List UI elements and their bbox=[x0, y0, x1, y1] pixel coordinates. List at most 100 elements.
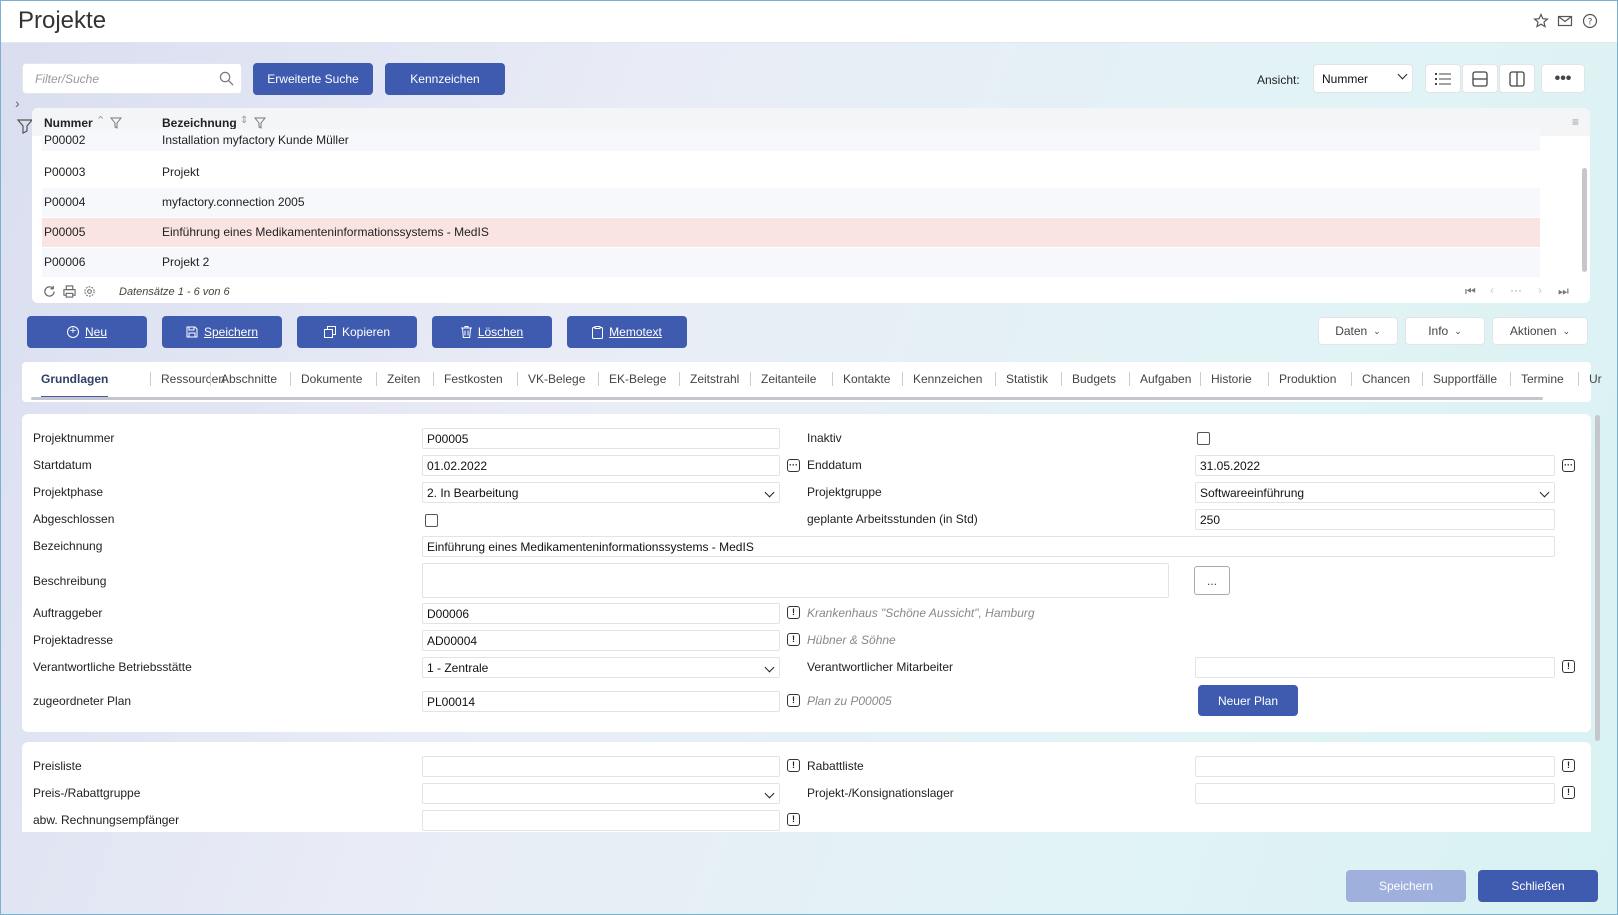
lookup-icon[interactable]: ! bbox=[787, 606, 800, 619]
description-field[interactable] bbox=[422, 563, 1169, 598]
employee-field[interactable] bbox=[1195, 657, 1555, 678]
sort-icon[interactable]: ⇕ bbox=[240, 115, 248, 126]
lookup-icon[interactable]: ! bbox=[787, 633, 800, 646]
more-options-button[interactable]: ••• bbox=[1541, 64, 1585, 93]
hours-field[interactable]: 250 bbox=[1195, 509, 1555, 530]
tab-produktion[interactable]: Produktion bbox=[1279, 372, 1336, 386]
tab-grundlagen[interactable]: Grundlagen bbox=[41, 372, 109, 398]
footer-save-button[interactable]: Speichern bbox=[1346, 870, 1466, 902]
tab-zeitstrahl[interactable]: Zeitstrahl bbox=[690, 372, 739, 386]
print-icon[interactable] bbox=[63, 285, 76, 298]
list-view-button[interactable] bbox=[1425, 64, 1461, 93]
new-button[interactable]: + Neu bbox=[27, 316, 147, 348]
description-more-button[interactable]: ... bbox=[1194, 566, 1230, 595]
lookup-icon[interactable]: ! bbox=[787, 759, 800, 772]
pricelist-field[interactable] bbox=[422, 756, 780, 777]
tab-termine[interactable]: Termine bbox=[1521, 372, 1564, 386]
tab-zeiten[interactable]: Zeiten bbox=[387, 372, 420, 386]
filter-icon[interactable] bbox=[110, 117, 122, 129]
stock-field[interactable] bbox=[1195, 783, 1555, 804]
plan-field[interactable]: PL00014 bbox=[422, 691, 780, 712]
sort-up-icon[interactable]: ⌃ bbox=[96, 114, 105, 127]
pages-icon[interactable]: ··· bbox=[1510, 283, 1522, 297]
tab-aufgaben[interactable]: Aufgaben bbox=[1140, 372, 1191, 386]
tab-festkosten[interactable]: Festkosten bbox=[444, 372, 503, 386]
first-page-icon[interactable]: ⏮ bbox=[1465, 284, 1476, 299]
invoice-field[interactable] bbox=[422, 810, 780, 831]
mail-icon[interactable] bbox=[1557, 13, 1573, 29]
extended-search-button[interactable]: Erweiterte Suche bbox=[253, 63, 373, 95]
discount-field[interactable] bbox=[1195, 756, 1555, 777]
info-menu-button[interactable]: Info ⌄ bbox=[1405, 317, 1485, 345]
tab-separator bbox=[210, 372, 211, 386]
grid-scrollbar[interactable] bbox=[1582, 168, 1587, 272]
tab-ressourcen[interactable]: Ressourcen bbox=[161, 372, 225, 386]
inactive-checkbox[interactable] bbox=[1197, 432, 1210, 445]
tab-supportfälle[interactable]: Supportfälle bbox=[1433, 372, 1497, 386]
lookup-icon[interactable]: ! bbox=[1562, 786, 1575, 799]
table-row[interactable]: P00006 Projekt 2 bbox=[42, 248, 1540, 277]
start-date-field[interactable]: 01.02.2022 bbox=[422, 455, 780, 476]
tab-chancen[interactable]: Chancen bbox=[1362, 372, 1410, 386]
last-page-icon[interactable]: ⏭ bbox=[1558, 284, 1569, 299]
tab-kontakte[interactable]: Kontakte bbox=[843, 372, 890, 386]
date-picker-icon[interactable]: ··· bbox=[787, 459, 800, 472]
close-button[interactable]: Schließen bbox=[1478, 870, 1598, 902]
tab-kennzeichen[interactable]: Kennzeichen bbox=[913, 372, 982, 386]
tab-vk-belege[interactable]: VK-Belege bbox=[528, 372, 585, 386]
actions-menu-button[interactable]: Aktionen ⌄ bbox=[1492, 317, 1588, 345]
tags-button[interactable]: Kennzeichen bbox=[385, 63, 505, 95]
tab-dokumente[interactable]: Dokumente bbox=[301, 372, 362, 386]
settings-icon[interactable] bbox=[83, 285, 96, 298]
group-select[interactable]: Softwareeinführung bbox=[1195, 482, 1555, 503]
column-menu-icon[interactable]: ≡ bbox=[1572, 115, 1579, 129]
help-icon[interactable]: ? bbox=[1582, 13, 1598, 29]
next-page-icon[interactable]: › bbox=[1538, 283, 1542, 297]
tab-statistik[interactable]: Statistik bbox=[1006, 372, 1048, 386]
site-select[interactable]: 1 - Zentrale bbox=[422, 657, 780, 678]
client-field[interactable]: D00006 bbox=[422, 603, 780, 624]
table-row[interactable]: P00003 Projekt bbox=[42, 158, 1540, 187]
name-field[interactable]: Einführung eines Medikamenteninformation… bbox=[422, 536, 1555, 557]
tab-ek-belege[interactable]: EK-Belege bbox=[609, 372, 666, 386]
tab-scrollbar[interactable] bbox=[31, 397, 1543, 400]
refresh-icon[interactable] bbox=[43, 285, 56, 298]
table-row[interactable]: P00004 myfactory.connection 2005 bbox=[42, 188, 1540, 217]
project-number-field[interactable]: P00005 bbox=[422, 428, 780, 449]
prev-page-icon[interactable]: ‹ bbox=[1490, 283, 1494, 297]
lookup-icon[interactable]: ! bbox=[1562, 759, 1575, 772]
star-icon[interactable] bbox=[1533, 13, 1549, 29]
split-vertical-button[interactable] bbox=[1499, 64, 1535, 93]
address-field[interactable]: AD00004 bbox=[422, 630, 780, 651]
memo-button[interactable]: Memotext bbox=[567, 316, 687, 348]
expand-panel-icon[interactable]: › bbox=[15, 95, 20, 111]
closed-checkbox[interactable] bbox=[425, 514, 438, 527]
split-horizontal-button[interactable] bbox=[1462, 64, 1498, 93]
lookup-icon[interactable]: ! bbox=[787, 694, 800, 707]
delete-button[interactable]: Löschen bbox=[432, 316, 552, 348]
date-picker-icon[interactable]: ··· bbox=[1562, 459, 1575, 472]
new-plan-button[interactable]: Neuer Plan bbox=[1198, 685, 1298, 716]
lookup-icon[interactable]: ! bbox=[787, 813, 800, 826]
copy-button[interactable]: Kopieren bbox=[297, 316, 417, 348]
form-scrollbar[interactable] bbox=[1595, 415, 1600, 741]
tab-historie[interactable]: Historie bbox=[1211, 372, 1252, 386]
end-date-field[interactable]: 31.05.2022 bbox=[1195, 455, 1555, 476]
column-header-number[interactable]: Nummer bbox=[44, 116, 93, 130]
lookup-icon[interactable]: ! bbox=[1562, 660, 1575, 673]
phase-select[interactable]: 2. In Bearbeitung bbox=[422, 482, 780, 503]
filter-icon[interactable] bbox=[254, 117, 266, 129]
tab-ur[interactable]: Ur bbox=[1589, 372, 1602, 386]
save-record-button[interactable]: Speichern bbox=[162, 316, 282, 348]
table-row[interactable]: P00002 Installation myfactory Kunde Mülle… bbox=[42, 129, 1540, 151]
tab-budgets[interactable]: Budgets bbox=[1072, 372, 1116, 386]
tab-zeitanteile[interactable]: Zeitanteile bbox=[761, 372, 816, 386]
view-select[interactable]: Nummer bbox=[1313, 64, 1413, 93]
column-header-name[interactable]: Bezeichnung bbox=[162, 116, 237, 130]
data-menu-button[interactable]: Daten ⌄ bbox=[1318, 317, 1398, 345]
filter-clear-icon[interactable] bbox=[17, 118, 33, 134]
tab-abschnitte[interactable]: Abschnitte bbox=[221, 372, 277, 386]
pricegroup-select[interactable] bbox=[422, 783, 780, 804]
table-row[interactable]: P00005 Einführung eines Medikamenteninfor… bbox=[42, 218, 1540, 247]
search-input[interactable]: Filter/Suche bbox=[22, 63, 242, 94]
